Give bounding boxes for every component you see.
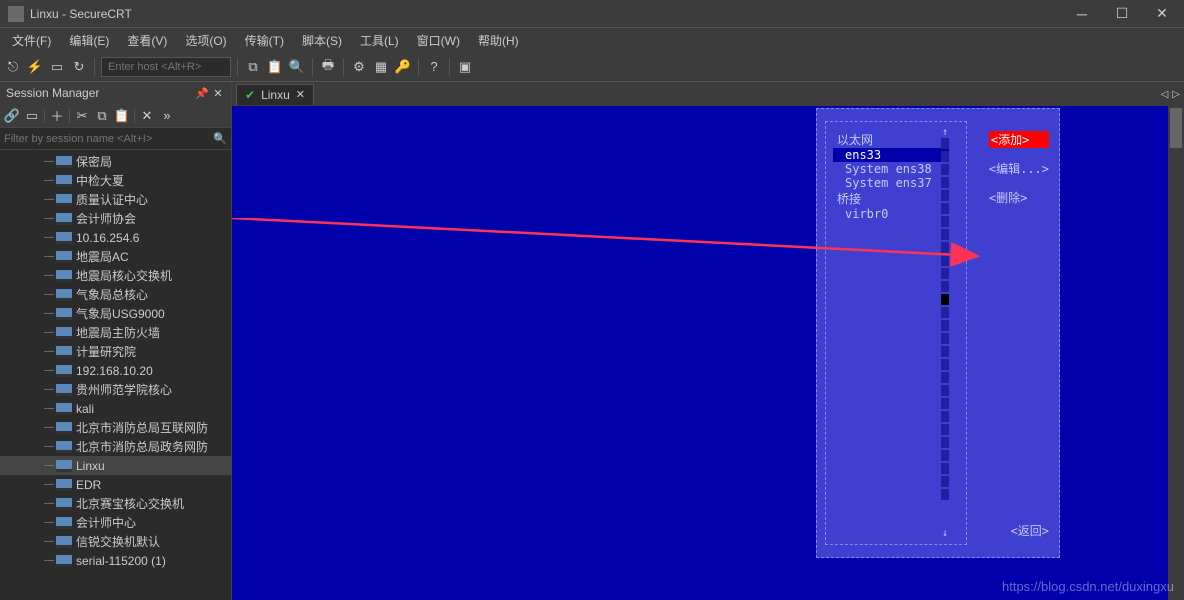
paste-session-icon[interactable]: 📋 [114,108,130,124]
new-session-icon[interactable]: ＋ [49,108,65,124]
add-button[interactable]: <添加> [989,131,1049,148]
panel-title: Session Manager [6,86,99,100]
connect-icon[interactable]: ⎋ [4,58,22,76]
delete-icon[interactable]: ✕ [139,108,155,124]
session-item[interactable]: —北京市消防总局政务网防 [0,437,231,456]
quickconnect-icon[interactable]: ⚡ [26,58,44,76]
copy-icon[interactable]: ⧉ [244,58,262,76]
session-item[interactable]: —会计师协会 [0,209,231,228]
dialog-list-item[interactable]: ens33 [833,148,949,162]
session-item[interactable]: —kali [0,399,231,418]
session-item[interactable]: —会计师中心 [0,513,231,532]
tab-prev-icon[interactable]: ◁ [1161,89,1169,100]
link-icon[interactable]: 🔗 [4,108,20,124]
tab-label: Linxu [261,88,290,102]
back-button[interactable]: <返回> [1011,522,1049,539]
session-item[interactable]: —北京赛宝核心交换机 [0,494,231,513]
menu-item[interactable]: 工具(L) [354,30,405,51]
session-item[interactable]: —北京市消防总局互联网防 [0,418,231,437]
host-input[interactable] [101,57,231,77]
menu-item[interactable]: 窗口(W) [411,30,466,51]
new-window-icon[interactable]: ▭ [24,108,40,124]
session-tree: —保密局—中检大夏—质量认证中心—会计师协会—10.16.254.6—地震局AC… [0,150,231,600]
cut-icon[interactable]: ✂ [74,108,90,124]
print-icon[interactable]: 🖶 [319,58,337,76]
sessions-icon[interactable]: ▦ [372,58,390,76]
tab-linxu[interactable]: ✔ Linxu ✕ [236,84,314,105]
terminal-scrollbar[interactable] [1168,106,1184,600]
color-icon[interactable]: ▣ [456,58,474,76]
tab-close-icon[interactable]: ✕ [296,88,305,101]
menu-item[interactable]: 帮助(H) [472,30,525,51]
session-item[interactable]: —192.168.10.20 [0,361,231,380]
watermark: https://blog.csdn.net/duxingxu [1002,579,1174,594]
nmtui-dialog: 以太网ens33System ens38System ens37桥接virbr0… [816,108,1060,558]
delete-button[interactable]: <删除> [989,189,1049,206]
close-button[interactable]: ✕ [1148,4,1176,24]
menu-item[interactable]: 传输(T) [239,30,290,51]
session-item[interactable]: —地震局主防火墙 [0,323,231,342]
session-item[interactable]: —10.16.254.6 [0,228,231,247]
expand-icon[interactable]: » [159,108,175,124]
reconnect-icon[interactable]: ↻ [70,58,88,76]
session-item[interactable]: —地震局AC [0,247,231,266]
new-tab-icon[interactable]: ▭ [48,58,66,76]
session-manager-panel: Session Manager 📌 ✕ 🔗 ▭ ＋ ✂ ⧉ 📋 ✕ » 🔍 —保… [0,82,232,600]
dialog-scrollbar[interactable]: ↑ ↓ [941,127,949,539]
filter-input[interactable] [4,133,213,145]
session-item[interactable]: —Linxu [0,456,231,475]
copy-session-icon[interactable]: ⧉ [94,108,110,124]
session-item[interactable]: —保密局 [0,152,231,171]
titlebar: Linxu - SecureCRT ─ ☐ ✕ [0,0,1184,28]
find-icon[interactable]: 🔍 [288,58,306,76]
search-icon[interactable]: 🔍 [213,132,227,145]
session-item[interactable]: —气象局USG9000 [0,304,231,323]
dialog-section-header: 桥接 [833,190,949,207]
paste-icon[interactable]: 📋 [266,58,284,76]
panel-close-icon[interactable]: ✕ [211,86,225,100]
pin-icon[interactable]: 📌 [195,86,209,100]
session-item[interactable]: —贵州师范学院核心 [0,380,231,399]
session-item[interactable]: —质量认证中心 [0,190,231,209]
session-item[interactable]: —中检大夏 [0,171,231,190]
help-icon[interactable]: ? [425,58,443,76]
session-item[interactable]: —serial-115200 (1) [0,551,231,570]
session-item[interactable]: —地震局核心交换机 [0,266,231,285]
tab-next-icon[interactable]: ▷ [1172,89,1180,100]
menu-item[interactable]: 脚本(S) [296,30,348,51]
window-title: Linxu - SecureCRT [30,7,1068,21]
settings-icon[interactable]: ⚙ [350,58,368,76]
dialog-list-item[interactable]: System ens37 [833,176,949,190]
dialog-section-header: 以太网 [833,131,949,148]
session-item[interactable]: —EDR [0,475,231,494]
maximize-button[interactable]: ☐ [1108,4,1136,24]
minimize-button[interactable]: ─ [1068,4,1096,24]
toolbar: ⎋ ⚡ ▭ ↻ ⧉ 📋 🔍 🖶 ⚙ ▦ 🔑 ? ▣ [0,52,1184,82]
menu-item[interactable]: 查看(V) [121,30,173,51]
menu-item[interactable]: 选项(O) [179,30,232,51]
dialog-list-item[interactable]: virbr0 [833,207,949,221]
tab-bar: ✔ Linxu ✕ ◁ ▷ [232,82,1184,106]
dialog-list-item[interactable]: System ens38 [833,162,949,176]
menu-item[interactable]: 编辑(E) [63,30,115,51]
terminal[interactable]: 以太网ens33System ens38System ens37桥接virbr0… [232,106,1184,600]
menu-item[interactable]: 文件(F) [6,30,57,51]
menubar: 文件(F) 编辑(E) 查看(V) 选项(O) 传输(T) 脚本(S) 工具(L) 窗口(W)… [0,28,1184,52]
key-icon[interactable]: 🔑 [394,58,412,76]
edit-button[interactable]: <编辑...> [989,160,1049,177]
session-item[interactable]: —气象局总核心 [0,285,231,304]
session-item[interactable]: —计量研究院 [0,342,231,361]
session-item[interactable]: —信锐交换机默认 [0,532,231,551]
app-icon [8,6,24,22]
status-dot-icon: ✔ [245,88,255,102]
